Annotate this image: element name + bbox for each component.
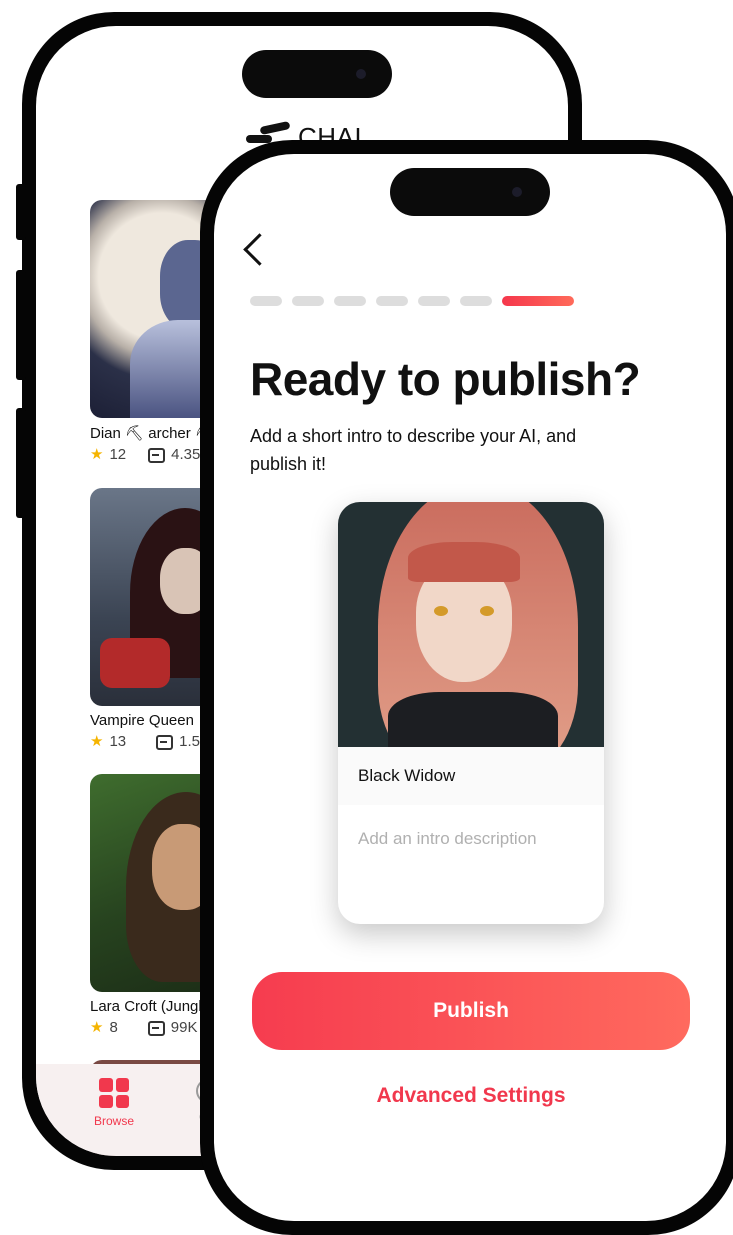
star-icon: ★ <box>90 446 104 463</box>
side-button <box>16 184 26 240</box>
star-icon: ★ <box>90 1019 104 1036</box>
character-name: Black Widow <box>358 766 456 785</box>
dynamic-island <box>242 50 392 98</box>
progress-step <box>292 296 324 306</box>
character-preview-card: Black Widow Add an intro description <box>338 502 604 924</box>
progress-step-current <box>502 296 574 306</box>
progress-step <box>376 296 408 306</box>
publish-screen: Ready to publish? Add a short intro to d… <box>214 154 726 1221</box>
advanced-settings-link[interactable]: Advanced Settings <box>252 1084 690 1108</box>
star-count: 12 <box>109 445 127 463</box>
chat-count: 99K <box>170 1018 198 1036</box>
dynamic-island <box>390 168 550 216</box>
nav-browse[interactable]: Browse <box>84 1078 144 1128</box>
progress-step <box>250 296 282 306</box>
foreground-phone: Ready to publish? Add a short intro to d… <box>200 140 733 1235</box>
chat-count-icon <box>147 1020 165 1036</box>
publish-button[interactable]: Publish <box>252 972 690 1050</box>
star-count: 13 <box>109 732 127 750</box>
character-name-row: Black Widow <box>338 747 604 805</box>
camera-icon <box>356 69 366 79</box>
volume-down-button <box>16 408 26 518</box>
intro-description-input[interactable]: Add an intro description <box>338 805 604 873</box>
back-chevron-icon[interactable] <box>243 233 276 266</box>
camera-icon <box>512 187 522 197</box>
character-avatar-image <box>338 502 604 747</box>
star-count: 8 <box>109 1018 118 1036</box>
star-icon: ★ <box>90 733 104 750</box>
browse-grid-icon <box>99 1078 129 1108</box>
page-title: Ready to publish? <box>250 353 641 405</box>
nav-browse-label: Browse <box>93 1114 134 1128</box>
progress-step <box>460 296 492 306</box>
volume-up-button <box>16 270 26 380</box>
page-subtitle: Add a short intro to describe your AI, a… <box>250 426 577 474</box>
progress-step <box>334 296 366 306</box>
progress-step <box>418 296 450 306</box>
chat-count-icon <box>156 734 174 750</box>
chat-count-icon <box>148 447 166 463</box>
step-progress <box>250 296 574 306</box>
